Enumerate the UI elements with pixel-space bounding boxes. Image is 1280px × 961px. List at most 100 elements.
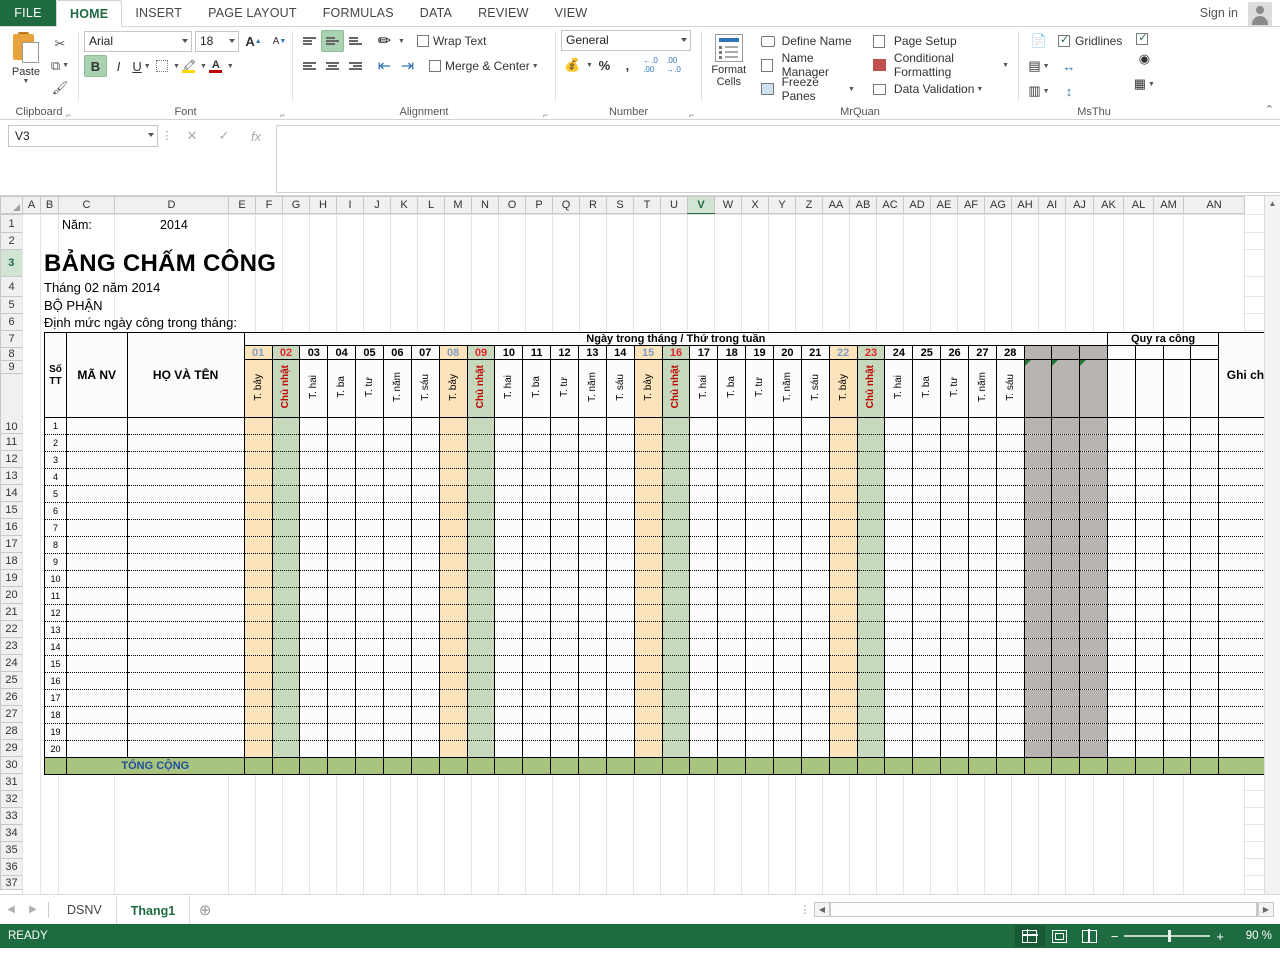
cell-day-22-row-20[interactable] (829, 741, 857, 758)
cell-day-26-row-19[interactable] (941, 724, 969, 741)
cell-day-21-row-4[interactable] (801, 469, 829, 486)
cell-day-19-row-18[interactable] (746, 707, 774, 724)
cell-day-24-row-14[interactable] (885, 639, 913, 656)
total-cell-3[interactable] (300, 758, 328, 775)
cell-quy-3-row-3[interactable] (1163, 452, 1191, 469)
cell-day-16-row-18[interactable] (662, 707, 690, 724)
prev-sheet-icon[interactable]: ◀ (0, 904, 22, 915)
cell-quy-3-row-6[interactable] (1163, 503, 1191, 520)
cell-gray-2-row-10[interactable] (1052, 571, 1080, 588)
cell-day-04-row-19[interactable] (328, 724, 356, 741)
row-header-9[interactable]: 9 (1, 361, 23, 374)
total-cell-10[interactable] (495, 758, 523, 775)
cell-day-28-row-15[interactable] (996, 656, 1024, 673)
table-row[interactable]: 9 (45, 554, 1280, 571)
th-weekday-19[interactable]: T. tư (746, 360, 774, 418)
total-cell-14[interactable] (606, 758, 634, 775)
cell-day-28-row-10[interactable] (996, 571, 1024, 588)
cell-day-19-row-2[interactable] (746, 435, 774, 452)
cell-day-13-row-12[interactable] (578, 605, 606, 622)
cell-day-04-row-14[interactable] (328, 639, 356, 656)
cell-day-01-row-19[interactable] (244, 724, 272, 741)
row-header-12[interactable]: 12 (1, 451, 23, 468)
cell-day-03-row-18[interactable] (300, 707, 328, 724)
total-cell-19[interactable] (746, 758, 774, 775)
cell-day-15-row-4[interactable] (634, 469, 662, 486)
cell-day-11-row-4[interactable] (523, 469, 551, 486)
cell-gray-3-row-8[interactable] (1080, 537, 1108, 554)
gridlines-check-icon[interactable] (1058, 35, 1070, 47)
cell-day-27-row-9[interactable] (969, 554, 997, 571)
cell-quy-4-row-10[interactable] (1191, 571, 1219, 588)
cell-day-28-row-8[interactable] (996, 537, 1024, 554)
row-header-28[interactable]: 28 (1, 723, 23, 740)
cell-day-06-row-13[interactable] (383, 622, 411, 639)
cell-day-16-row-12[interactable] (662, 605, 690, 622)
cell-day-16-row-3[interactable] (662, 452, 690, 469)
cell-day-22-row-15[interactable] (829, 656, 857, 673)
row-header-15[interactable]: 15 (1, 502, 23, 519)
cell-day-21-row-11[interactable] (801, 588, 829, 605)
cell-day-25-row-13[interactable] (913, 622, 941, 639)
cell-day-17-row-17[interactable] (690, 690, 718, 707)
cell-day-12-row-15[interactable] (551, 656, 579, 673)
cell-day-25-row-2[interactable] (913, 435, 941, 452)
row-header-25[interactable]: 25 (1, 672, 23, 689)
cell-gray-2-row-14[interactable] (1052, 639, 1080, 656)
cell-day-26-row-12[interactable] (941, 605, 969, 622)
cell-day-07-row-7[interactable] (411, 520, 439, 537)
cell-day-16-row-8[interactable] (662, 537, 690, 554)
total-cell-32[interactable] (1107, 758, 1135, 775)
cell-day-22-row-4[interactable] (829, 469, 857, 486)
cell-day-28-row-1[interactable] (996, 418, 1024, 435)
cell-day-19-row-16[interactable] (746, 673, 774, 690)
cell-day-26-row-8[interactable] (941, 537, 969, 554)
th-quy-blank-3[interactable] (1163, 360, 1191, 418)
fill-color-icon[interactable]: 🖍 (180, 55, 198, 77)
cell-stt-9[interactable]: 9 (45, 554, 67, 571)
table-row[interactable]: 8 (45, 537, 1280, 554)
cell-gray-1-row-13[interactable] (1024, 622, 1052, 639)
cell-gray-2-row-11[interactable] (1052, 588, 1080, 605)
cell-gray-3-row-14[interactable] (1080, 639, 1108, 656)
cell-day-07-row-11[interactable] (411, 588, 439, 605)
cell-gray-1-row-20[interactable] (1024, 741, 1052, 758)
cell-day-16-row-16[interactable] (662, 673, 690, 690)
cell-day-14-row-12[interactable] (606, 605, 634, 622)
cell-day-01-row-11[interactable] (244, 588, 272, 605)
th-day-20[interactable]: 20 (773, 346, 801, 360)
cell-day-26-row-10[interactable] (941, 571, 969, 588)
cell-day-14-row-13[interactable] (606, 622, 634, 639)
cell-day-05-row-11[interactable] (356, 588, 384, 605)
cell-day-10-row-20[interactable] (495, 741, 523, 758)
row-header-13[interactable]: 13 (1, 468, 23, 485)
cell-day-07-row-9[interactable] (411, 554, 439, 571)
cell-day-11-row-20[interactable] (523, 741, 551, 758)
insert-cells-icon[interactable]: 📄 (1028, 30, 1050, 52)
wrap-text-button[interactable]: Wrap Text (413, 30, 491, 52)
collapse-ribbon-button[interactable]: ⌃ (1265, 103, 1274, 116)
cell-day-05-row-12[interactable] (356, 605, 384, 622)
cell-gray-2-row-19[interactable] (1052, 724, 1080, 741)
cell-day-28-row-4[interactable] (996, 469, 1024, 486)
cell-quy-3-row-4[interactable] (1163, 469, 1191, 486)
timesheet-table[interactable]: SốTTMÃ NVHỌ VÀ TÊNNgày trong tháng / Thứ… (44, 332, 1280, 775)
cell-gray-2-row-13[interactable] (1052, 622, 1080, 639)
cell-day-26-row-14[interactable] (941, 639, 969, 656)
cell-day-24-row-1[interactable] (885, 418, 913, 435)
delete-rows-icon[interactable]: ▥▼ (1028, 80, 1050, 102)
cell-day-10-row-16[interactable] (495, 673, 523, 690)
scroll-left-icon[interactable]: ◀ (814, 902, 830, 917)
cell-day-15-row-12[interactable] (634, 605, 662, 622)
cell-day-15-row-17[interactable] (634, 690, 662, 707)
cell-day-24-row-5[interactable] (885, 486, 913, 503)
cell-quy-1-row-10[interactable] (1107, 571, 1135, 588)
cell-day-03-row-3[interactable] (300, 452, 328, 469)
cell-day-14-row-1[interactable] (606, 418, 634, 435)
cell-day-24-row-17[interactable] (885, 690, 913, 707)
cell-day-01-row-16[interactable] (244, 673, 272, 690)
cell-day-23-row-11[interactable] (857, 588, 885, 605)
cell-hoten-13[interactable] (127, 622, 244, 639)
cell-day-10-row-14[interactable] (495, 639, 523, 656)
cell-day-27-row-10[interactable] (969, 571, 997, 588)
